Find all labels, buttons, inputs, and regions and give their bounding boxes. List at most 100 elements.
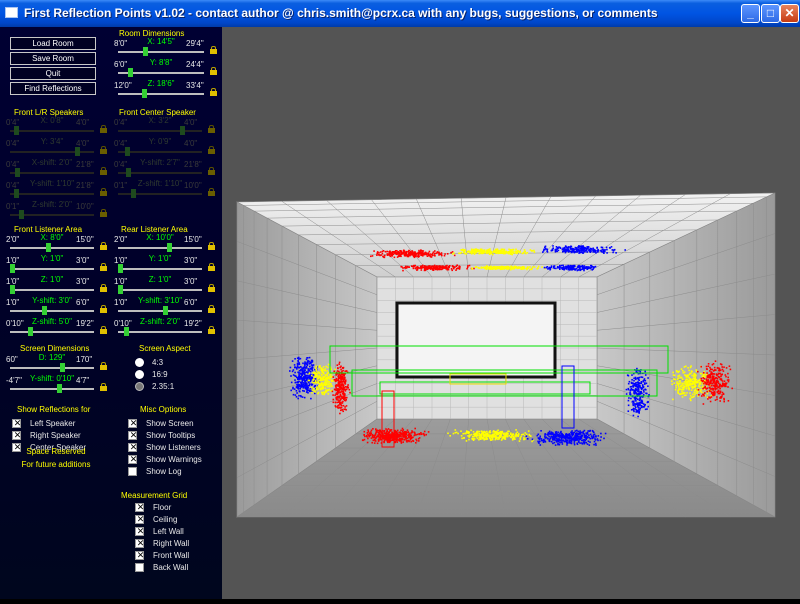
slider-thumb[interactable] — [125, 147, 131, 156]
maximize-button[interactable]: □ — [761, 4, 780, 23]
slider-track[interactable] — [118, 331, 202, 333]
reflections-checkbox-label: Left Speaker — [30, 419, 76, 428]
grid-checkbox[interactable] — [135, 563, 144, 572]
misc-checkbox[interactable]: ✕ — [128, 442, 138, 452]
slider-track[interactable] — [10, 268, 94, 270]
lock-icon[interactable] — [208, 188, 215, 196]
reflections-checkbox[interactable]: ✕ — [12, 418, 21, 428]
slider-thumb[interactable] — [14, 168, 20, 177]
slider-track[interactable] — [118, 247, 202, 249]
slider-track[interactable] — [10, 193, 94, 195]
slider-thumb[interactable] — [13, 189, 19, 198]
room-3d-viewport[interactable] — [222, 27, 800, 599]
find-reflections-button[interactable]: Find Reflections — [10, 82, 96, 95]
lock-icon[interactable] — [208, 284, 215, 292]
grid-checkbox[interactable]: ✕ — [135, 514, 144, 524]
aspect-radio[interactable] — [135, 382, 144, 391]
slider-thumb[interactable] — [118, 285, 123, 294]
aspect-radio[interactable] — [135, 358, 144, 367]
aspect-radio[interactable] — [135, 370, 144, 379]
slider-thumb[interactable] — [56, 384, 62, 393]
slider-thumb[interactable] — [41, 306, 47, 315]
misc-checkbox[interactable]: ✕ — [128, 454, 137, 464]
slider-thumb[interactable] — [166, 243, 172, 252]
misc-checkbox[interactable]: ✕ — [128, 418, 137, 428]
lock-icon[interactable] — [208, 146, 215, 154]
slider-thumb[interactable] — [46, 243, 52, 252]
reflections-checkbox[interactable]: ✕ — [12, 430, 21, 440]
room-render[interactable] — [222, 27, 800, 599]
slider-thumb[interactable] — [123, 327, 129, 336]
lock-icon[interactable] — [100, 326, 107, 334]
lock-icon[interactable] — [100, 305, 107, 313]
slider-thumb[interactable] — [13, 126, 19, 135]
slider-track[interactable] — [10, 388, 94, 390]
slider-track[interactable] — [118, 289, 202, 291]
quit-button[interactable]: Quit — [10, 67, 96, 80]
grid-checkbox[interactable]: ✕ — [135, 550, 144, 560]
slider-thumb[interactable] — [19, 210, 25, 219]
slider-track[interactable] — [118, 130, 202, 132]
control-panel: Load Room Save Room Quit Find Reflection… — [0, 27, 222, 599]
load-room-button[interactable]: Load Room — [10, 37, 96, 50]
slider-track[interactable] — [10, 367, 94, 369]
lock-icon[interactable] — [100, 146, 107, 154]
slider-max-label: 29'4" — [186, 39, 204, 48]
lock-icon[interactable] — [208, 263, 215, 271]
slider-track[interactable] — [10, 130, 94, 132]
slider-max-label: 3'0" — [184, 256, 198, 265]
title-bar[interactable]: First Reflection Points v1.02 - contact … — [0, 0, 800, 27]
lock-icon[interactable] — [100, 362, 107, 370]
slider-thumb[interactable] — [143, 47, 149, 56]
slider-track[interactable] — [10, 331, 94, 333]
lock-icon[interactable] — [100, 383, 107, 391]
slider-track[interactable] — [118, 310, 202, 312]
lock-icon[interactable] — [100, 242, 107, 250]
lock-icon[interactable] — [100, 209, 107, 217]
slider-thumb[interactable] — [10, 285, 15, 294]
save-room-button[interactable]: Save Room — [10, 52, 96, 65]
slider-track[interactable] — [10, 310, 94, 312]
lock-icon[interactable] — [100, 263, 107, 271]
misc-checkbox[interactable]: ✕ — [128, 430, 137, 440]
slider-thumb[interactable] — [28, 327, 34, 336]
slider-track[interactable] — [118, 93, 204, 95]
lock-icon[interactable] — [208, 326, 215, 334]
slider-thumb[interactable] — [142, 89, 148, 98]
projection-screen — [395, 301, 557, 379]
grid-checkbox[interactable]: ✕ — [135, 538, 144, 548]
slider-track[interactable] — [10, 151, 94, 153]
slider-track[interactable] — [118, 151, 202, 153]
slider-thumb[interactable] — [179, 126, 185, 135]
minimize-button[interactable]: _ — [741, 4, 760, 23]
checkmark-icon: ✕ — [129, 442, 138, 452]
slider-thumb[interactable] — [59, 363, 65, 372]
close-button[interactable]: ✕ — [780, 4, 799, 23]
slider-thumb[interactable] — [118, 264, 123, 273]
lock-icon[interactable] — [100, 167, 107, 175]
lock-icon[interactable] — [208, 305, 215, 313]
slider-track[interactable] — [10, 172, 94, 174]
lock-icon[interactable] — [210, 88, 217, 96]
slider-thumb[interactable] — [10, 264, 15, 273]
slider-thumb[interactable] — [163, 306, 169, 315]
lock-icon[interactable] — [100, 188, 107, 196]
grid-checkbox[interactable]: ✕ — [135, 502, 144, 512]
lock-icon[interactable] — [210, 46, 217, 54]
slider-thumb[interactable] — [130, 189, 136, 198]
misc-checkbox[interactable] — [128, 467, 137, 476]
slider-track[interactable] — [118, 268, 202, 270]
lock-icon[interactable] — [208, 242, 215, 250]
lock-icon[interactable] — [100, 284, 107, 292]
lock-icon[interactable] — [208, 125, 215, 133]
slider-track[interactable] — [10, 289, 94, 291]
lock-icon[interactable] — [208, 167, 215, 175]
slider-thumb[interactable] — [125, 168, 131, 177]
slider-thumb[interactable] — [127, 68, 133, 77]
lock-icon[interactable] — [210, 67, 217, 75]
grid-checkbox[interactable]: ✕ — [135, 526, 144, 536]
slider-thumb[interactable] — [74, 147, 80, 156]
slider-track[interactable] — [118, 51, 204, 53]
slider-track[interactable] — [10, 247, 94, 249]
lock-icon[interactable] — [100, 125, 107, 133]
